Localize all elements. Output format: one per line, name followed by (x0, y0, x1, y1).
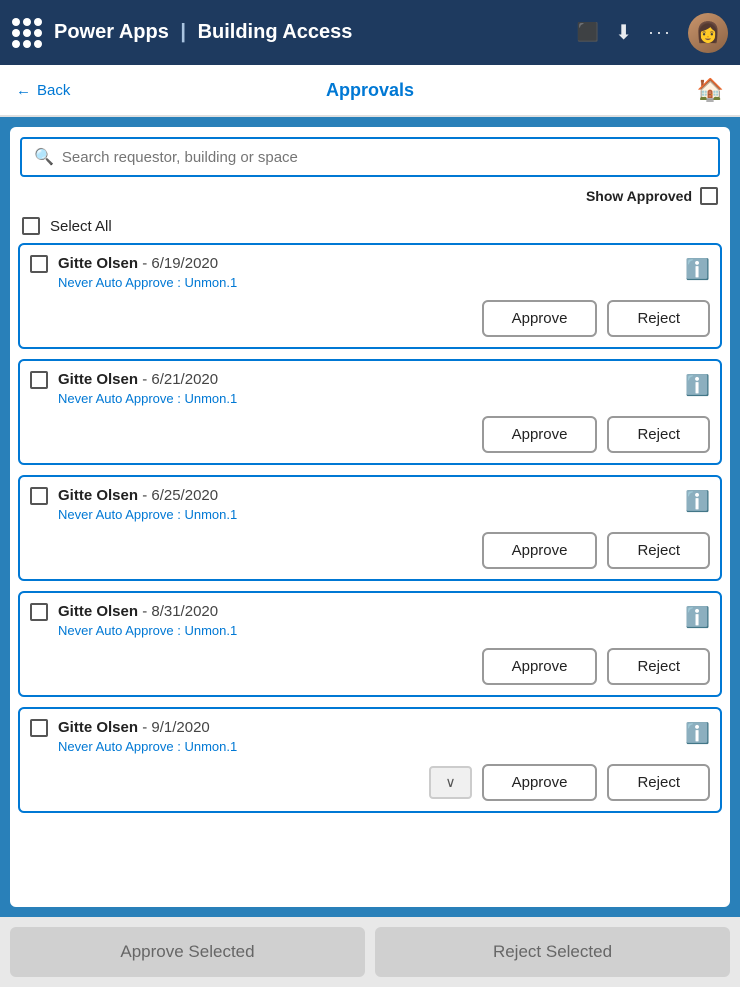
list-item: Gitte Olsen - 9/1/2020 Never Auto Approv… (18, 707, 722, 813)
top-bar: Power Apps | Building Access ⬛ ⬇ ··· 👩 (0, 0, 740, 65)
screen-icon[interactable]: ⬛ (577, 22, 599, 43)
show-approved-label: Show Approved (586, 188, 692, 204)
more-icon[interactable]: ··· (648, 22, 672, 43)
reject-button[interactable]: Reject (607, 532, 710, 569)
approve-selected-button[interactable]: Approve Selected (10, 927, 365, 977)
item-name-date: Gitte Olsen - 6/25/2020 (58, 487, 675, 504)
item-name-date: Gitte Olsen - 6/21/2020 (58, 371, 675, 388)
item-sub: Never Auto Approve : Unmon.1 (58, 623, 675, 638)
reject-button[interactable]: Reject (607, 648, 710, 685)
list-item: Gitte Olsen - 8/31/2020 Never Auto Appro… (18, 591, 722, 697)
info-icon[interactable]: ℹ️ (685, 373, 710, 398)
search-input-wrap: 🔍 (20, 137, 720, 177)
item-name-date: Gitte Olsen - 8/31/2020 (58, 603, 675, 620)
nav-bar: ← Back Approvals 🏠 (0, 65, 740, 117)
avatar-image: 👩 (688, 13, 728, 53)
item-name: Gitte Olsen (58, 255, 138, 272)
item-date: - 9/1/2020 (142, 719, 210, 736)
item-name: Gitte Olsen (58, 371, 138, 388)
item-name-date: Gitte Olsen - 6/19/2020 (58, 255, 675, 272)
page-title: Approvals (326, 80, 414, 101)
item-name: Gitte Olsen (58, 487, 138, 504)
item-name-date: Gitte Olsen - 9/1/2020 (58, 719, 675, 736)
reject-selected-button[interactable]: Reject Selected (375, 927, 730, 977)
item-actions-row: ∨ Approve Reject (30, 764, 710, 801)
select-all-row: Select All (18, 211, 722, 243)
item-actions: Approve Reject (30, 416, 710, 453)
top-bar-icons: ⬛ ⬇ ··· 👩 (577, 13, 728, 53)
reject-button[interactable]: Reject (607, 764, 710, 801)
back-arrow-icon: ← (16, 82, 31, 99)
item-sub: Never Auto Approve : Unmon.1 (58, 391, 675, 406)
item-checkbox[interactable] (30, 255, 48, 273)
approve-button[interactable]: Approve (482, 648, 598, 685)
search-bar: 🔍 (10, 127, 730, 183)
show-approved-row: Show Approved (10, 183, 730, 211)
item-name: Gitte Olsen (58, 603, 138, 620)
info-icon[interactable]: ℹ️ (685, 489, 710, 514)
list-item: Gitte Olsen - 6/21/2020 Never Auto Appro… (18, 359, 722, 465)
chevron-down-icon[interactable]: ∨ (429, 766, 471, 799)
item-sub: Never Auto Approve : Unmon.1 (58, 739, 675, 754)
approve-button[interactable]: Approve (482, 532, 598, 569)
item-checkbox[interactable] (30, 487, 48, 505)
item-header: Gitte Olsen - 6/25/2020 Never Auto Appro… (30, 487, 710, 522)
item-info: Gitte Olsen - 9/1/2020 Never Auto Approv… (58, 719, 675, 754)
item-sub: Never Auto Approve : Unmon.1 (58, 275, 675, 290)
download-icon[interactable]: ⬇ (615, 20, 632, 45)
item-sub: Never Auto Approve : Unmon.1 (58, 507, 675, 522)
item-info: Gitte Olsen - 6/21/2020 Never Auto Appro… (58, 371, 675, 406)
items-list: Select All Gitte Olsen - 6/19/2020 Never… (10, 211, 730, 907)
back-label: Back (37, 82, 70, 99)
main-content: 🔍 Show Approved Select All (0, 117, 740, 917)
back-button[interactable]: ← Back (16, 82, 70, 99)
search-input[interactable] (62, 149, 706, 166)
item-info: Gitte Olsen - 6/25/2020 Never Auto Appro… (58, 487, 675, 522)
info-icon[interactable]: ℹ️ (685, 605, 710, 630)
info-icon[interactable]: ℹ️ (685, 257, 710, 282)
bottom-bar: Approve Selected Reject Selected (0, 917, 740, 987)
item-header: Gitte Olsen - 6/19/2020 Never Auto Appro… (30, 255, 710, 290)
home-icon[interactable]: 🏠 (697, 77, 724, 103)
approve-button[interactable]: Approve (482, 416, 598, 453)
approve-button[interactable]: Approve (482, 300, 598, 337)
item-actions: Approve Reject (30, 532, 710, 569)
item-info: Gitte Olsen - 6/19/2020 Never Auto Appro… (58, 255, 675, 290)
search-icon: 🔍 (34, 147, 54, 167)
item-header: Gitte Olsen - 8/31/2020 Never Auto Appro… (30, 603, 710, 638)
list-item: Gitte Olsen - 6/19/2020 Never Auto Appro… (18, 243, 722, 349)
item-checkbox[interactable] (30, 603, 48, 621)
grid-menu-icon[interactable] (12, 18, 42, 48)
item-date: - 6/21/2020 (142, 371, 218, 388)
item-actions: Approve Reject (30, 648, 710, 685)
item-checkbox[interactable] (30, 371, 48, 389)
select-all-checkbox[interactable] (22, 217, 40, 235)
item-date: - 6/25/2020 (142, 487, 218, 504)
item-name: Gitte Olsen (58, 719, 138, 736)
list-item: Gitte Olsen - 6/25/2020 Never Auto Appro… (18, 475, 722, 581)
content-card: 🔍 Show Approved Select All (10, 127, 730, 907)
item-header: Gitte Olsen - 6/21/2020 Never Auto Appro… (30, 371, 710, 406)
avatar[interactable]: 👩 (688, 13, 728, 53)
select-all-label: Select All (50, 218, 112, 235)
item-actions: Approve Reject (30, 300, 710, 337)
item-header: Gitte Olsen - 9/1/2020 Never Auto Approv… (30, 719, 710, 754)
item-date: - 8/31/2020 (142, 603, 218, 620)
app-title: Power Apps | Building Access (54, 21, 565, 44)
approve-button[interactable]: Approve (482, 764, 598, 801)
reject-button[interactable]: Reject (607, 300, 710, 337)
item-info: Gitte Olsen - 8/31/2020 Never Auto Appro… (58, 603, 675, 638)
reject-button[interactable]: Reject (607, 416, 710, 453)
item-checkbox[interactable] (30, 719, 48, 737)
item-date: - 6/19/2020 (142, 255, 218, 272)
show-approved-checkbox[interactable] (700, 187, 718, 205)
info-icon[interactable]: ℹ️ (685, 721, 710, 746)
